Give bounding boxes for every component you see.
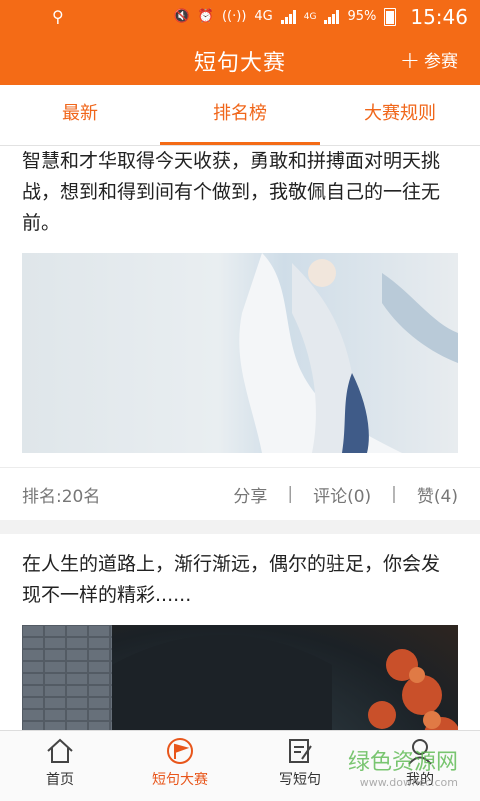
post-feed[interactable]: 智慧和才华取得今天收获，勇敢和拼搏面对明天挑战，想到和得到间有个做到，我敬佩自己…	[0, 146, 480, 730]
like-button[interactable]: 赞(4)	[417, 482, 458, 507]
nav-write-label: 写短句	[279, 772, 321, 788]
battery-icon	[384, 7, 397, 26]
tab-latest[interactable]: 最新	[0, 85, 160, 145]
post-image[interactable]	[22, 625, 458, 730]
mute-icon: 🔇	[173, 9, 190, 24]
clock: 15:46	[410, 4, 468, 29]
alarm-icon: ⏰	[197, 9, 214, 24]
signal-icon-2	[324, 9, 340, 24]
battery-percent: 95%	[347, 9, 377, 24]
divider: |	[391, 484, 397, 504]
network-type-2: 4G	[303, 11, 317, 22]
title-bar: 短句大赛 + 参赛	[0, 33, 480, 85]
nav-home[interactable]: 首页	[0, 731, 120, 801]
post-image[interactable]	[22, 253, 458, 453]
tab-bar: 最新 排名榜 大赛规则	[0, 85, 480, 146]
illustration-figure	[239, 253, 458, 453]
nav-contest-label: 短句大赛	[152, 772, 208, 788]
nav-write[interactable]: 写短句	[240, 731, 360, 801]
post-meta: 排名:20名 分享 | 评论(0) | 赞(4)	[0, 467, 480, 520]
wifi-icon: ((·))	[221, 9, 247, 24]
plus-icon: +	[399, 45, 420, 74]
tunnel-scene	[22, 625, 458, 730]
usb-icon: ⚲	[52, 7, 64, 26]
watermark-text: 绿色资源网	[347, 750, 458, 775]
network-type: 4G	[254, 9, 273, 24]
flag-icon	[167, 738, 193, 764]
nav-home-label: 首页	[46, 772, 74, 788]
home-icon	[47, 738, 73, 763]
comment-button[interactable]: 评论(0)	[313, 482, 371, 507]
signal-icon	[280, 9, 296, 24]
post-card[interactable]: 智慧和才华取得今天收获，勇敢和拼搏面对明天挑战，想到和得到间有个做到，我敬佩自己…	[0, 146, 480, 520]
tab-rules[interactable]: 大赛规则	[320, 85, 480, 145]
post-text: 智慧和才华取得今天收获，勇敢和拼搏面对明天挑战，想到和得到间有个做到，我敬佩自己…	[22, 150, 441, 234]
nav-contest[interactable]: 短句大赛	[120, 731, 240, 801]
edit-icon	[289, 739, 312, 763]
status-bar: ⚲ 🔇 ⏰ ((·)) 4G 4G 95% 15:46	[0, 0, 480, 33]
post-text: 在人生的道路上，渐行渐远，偶尔的驻足，你会发现不一样的精彩......	[22, 553, 441, 606]
join-label: 参赛	[424, 52, 458, 72]
status-icons: 🔇 ⏰ ((·)) 4G 4G 95% 15:46	[174, 5, 468, 29]
tab-ranking[interactable]: 排名榜	[160, 85, 320, 145]
divider: |	[287, 484, 294, 504]
share-button[interactable]: 分享	[233, 482, 267, 507]
post-card[interactable]: 在人生的道路上，渐行渐远，偶尔的驻足，你会发现不一样的精彩......	[0, 534, 480, 730]
rank-label: 排名:20名	[22, 486, 101, 507]
join-button[interactable]: + 参赛	[399, 45, 458, 74]
watermark-url: www.downcc.com	[359, 776, 458, 789]
watermark: 绿色资源网 www.downcc.com	[348, 744, 458, 789]
